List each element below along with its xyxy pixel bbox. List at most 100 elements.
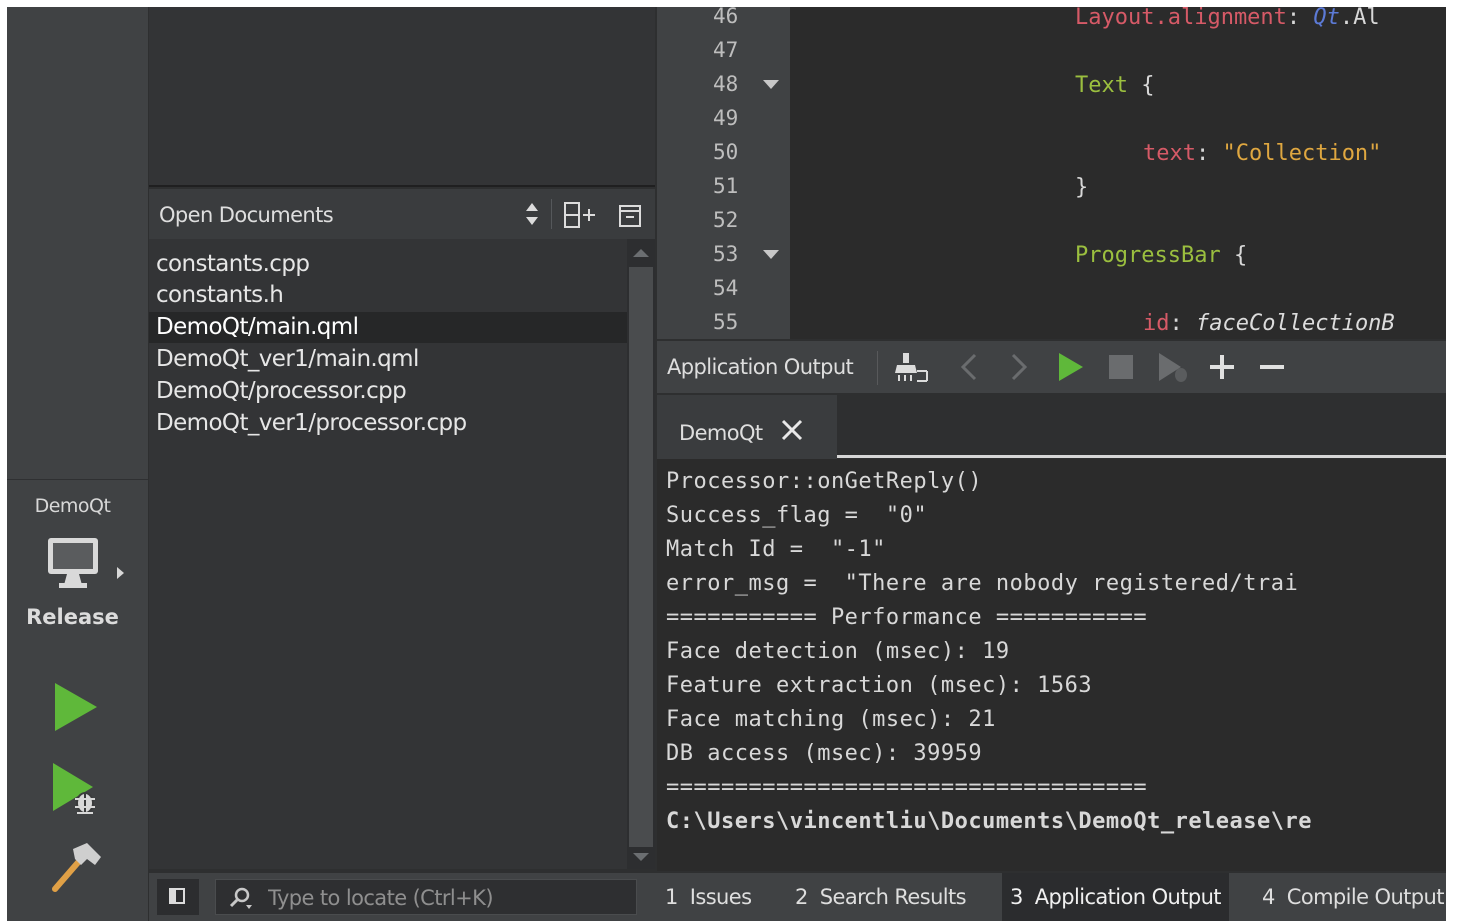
fold-marker-icon[interactable] [763,80,779,89]
code-property: text [1143,141,1196,166]
line-number: 54 [713,276,739,300]
open-document-item[interactable]: constants.h [149,280,627,311]
zoom-out-icon[interactable] [1257,351,1287,383]
stop-icon[interactable] [1107,351,1135,383]
code-type: ProgressBar [1075,243,1221,268]
pane-number: 3 [1010,885,1023,909]
output-line: Success_flag = "0" [666,503,928,528]
open-document-item[interactable]: constants.cpp [149,249,627,280]
code-line-46: Layout.alignment: Qt.Al [1075,7,1380,35]
debug-run-icon[interactable] [49,761,103,819]
code-string: "Collection" [1222,141,1382,166]
output-pane-tab-search-results[interactable]: 2 Search Results [787,873,974,921]
code-colon: : [1169,311,1183,336]
scroll-up-arrow-icon[interactable] [633,249,649,257]
sidebar-icon [169,888,185,904]
output-line: error_msg = "There are nobody registered… [666,571,1299,596]
code-line-51: } [1075,171,1088,205]
open-document-item-selected[interactable]: DemoQt/main.qml [149,312,627,343]
output-line: =================================== [666,775,1148,800]
monitor-icon[interactable] [45,535,101,591]
navigation-pane-top [149,7,655,187]
split-view-icon[interactable] [563,201,597,229]
code-brace: } [1075,175,1089,200]
scrollbar-thumb[interactable] [629,267,653,847]
open-documents-list: constants.cpp constants.h DemoQt/main.qm… [149,239,627,869]
output-line: =========== Performance =========== [666,605,1148,630]
attach-debugger-icon[interactable] [1157,351,1189,383]
open-documents-selector[interactable]: Open Documents [159,203,334,227]
code-qt-namespace: Qt [1313,7,1340,30]
output-pane-bar: 1 Issues 2 Search Results 3 Application Out… [149,873,1446,921]
output-tab-demoqt[interactable]: DemoQt [657,395,837,459]
toolbar-divider [877,351,878,385]
code-brace: { [1141,73,1155,98]
next-item-icon[interactable] [1007,351,1031,383]
code-property: id [1143,311,1170,336]
rerun-icon[interactable] [1057,351,1085,383]
code-member: .Al [1339,7,1380,30]
close-pane-icon[interactable] [619,205,641,227]
pane-label: Application Output [1034,885,1222,909]
line-number: 50 [713,140,739,164]
line-number: 55 [713,310,739,334]
output-line: Face matching (msec): 21 [666,707,996,732]
code-line-53: ProgressBar { [1075,239,1247,273]
code-line-50: text: "Collection" [1143,137,1381,171]
kit-build-config[interactable]: Release [7,605,138,629]
up-down-arrows-icon[interactable] [525,201,539,227]
code-line-55: id: faceCollectionB [1143,307,1395,339]
code-line-48: Text { [1075,69,1154,103]
search-icon [229,887,252,909]
pane-label: Issues [689,885,752,909]
fold-marker-icon[interactable] [763,250,779,259]
output-line-path: C:\Users\vincentliu\Documents\DemoQt_rel… [666,809,1313,834]
output-pane-tab-compile-output[interactable]: 4 Compile Output [1254,873,1446,921]
open-document-item[interactable]: DemoQt_ver1/main.qml [149,344,627,375]
line-number: 49 [713,106,739,130]
application-output-toolbar: Application Output [657,341,1446,393]
pane-label: Compile Output [1286,885,1445,909]
open-documents-scrollbar[interactable] [627,239,655,869]
line-number: 47 [713,38,739,62]
line-number-gutter: 46 47 48 49 50 51 52 53 54 55 [657,7,790,339]
pane-number: 2 [795,885,808,909]
pane-splitter[interactable] [149,185,655,187]
output-line: DB access (msec): 39959 [666,741,983,766]
code-type: Text [1075,73,1128,98]
kit-selector-arrow-icon[interactable] [117,567,124,579]
code-brace: { [1233,243,1248,268]
output-pane-tab-application-output[interactable]: 3 Application Output [1002,873,1229,921]
code-colon: : [1195,141,1210,166]
locator-input[interactable] [266,882,630,914]
output-line: Face detection (msec): 19 [666,639,1010,664]
open-document-item[interactable]: DemoQt/processor.cpp [149,376,627,407]
application-output-title: Application Output [667,355,854,379]
close-tab-icon[interactable] [779,417,805,443]
mode-bar-divider [7,479,148,480]
application-output-text[interactable]: Processor::onGetReply() Success_flag = "… [657,459,1446,871]
code-editor[interactable]: 46 47 48 49 50 51 52 53 54 55 Layout.ali… [657,7,1446,339]
run-icon[interactable] [51,681,101,733]
toggle-sidebar-button[interactable] [157,879,199,915]
open-document-item[interactable]: DemoQt_ver1/processor.cpp [149,408,627,439]
locator-box[interactable] [215,879,637,915]
header-divider [551,199,552,229]
build-hammer-icon[interactable] [47,839,103,895]
clear-output-icon[interactable] [895,351,929,383]
output-line: Match Id = "-1" [666,537,886,562]
previous-item-icon[interactable] [957,351,981,383]
pane-label: Search Results [819,885,967,909]
pane-number: 1 [665,885,678,909]
kit-project-name[interactable]: DemoQt [7,495,138,517]
zoom-in-icon[interactable] [1207,351,1237,383]
line-number: 46 [713,7,739,28]
output-tab-label: DemoQt [679,421,763,445]
scroll-down-arrow-icon[interactable] [633,853,649,861]
output-line: Feature extraction (msec): 1563 [666,673,1093,698]
tabbar-underline [837,455,1446,458]
mode-bar: DemoQt Release [7,7,148,921]
code-identifier: faceCollectionB [1196,311,1395,336]
output-pane-tab-issues[interactable]: 1 Issues [657,873,759,921]
line-number: 52 [713,208,739,232]
